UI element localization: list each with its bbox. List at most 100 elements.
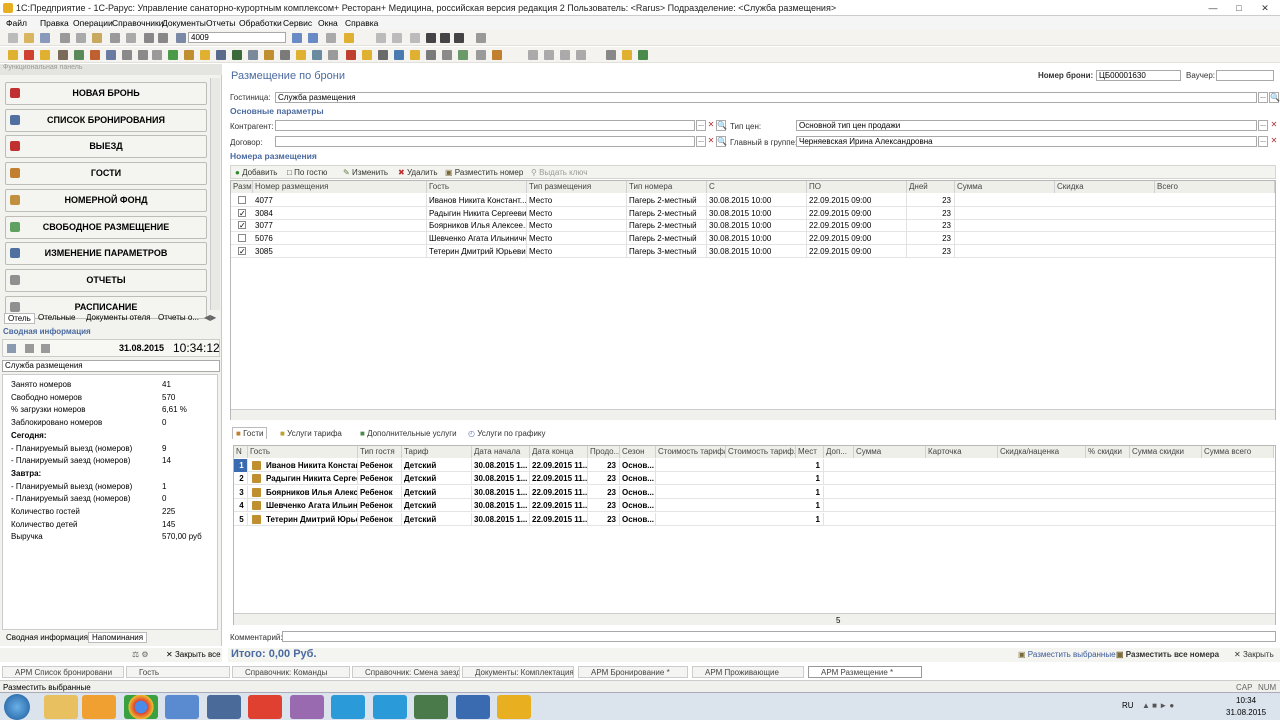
export-icon[interactable] <box>622 50 632 60</box>
contract-select-button[interactable]: ... <box>696 136 706 147</box>
guests-col-header[interactable]: Тариф <box>402 446 472 458</box>
table-icon[interactable] <box>312 50 322 60</box>
window-tab[interactable]: АРМ Размещение * <box>808 666 922 678</box>
close-window-button[interactable]: ✕ <box>1252 0 1278 16</box>
contractor-clear-icon[interactable]: ✕ <box>706 120 716 131</box>
language-indicator[interactable]: RU <box>1122 701 1134 710</box>
menu-edit[interactable]: Правка <box>40 18 69 28</box>
cut-icon[interactable] <box>60 33 70 43</box>
new-doc-icon[interactable] <box>8 33 18 43</box>
app-icon-5[interactable] <box>207 695 241 719</box>
list2-icon[interactable] <box>544 50 554 60</box>
close-form-button[interactable]: ✕ Закрыть <box>1234 650 1274 659</box>
tab-reports[interactable]: Отчеты о... <box>158 313 199 322</box>
explorer-icon[interactable] <box>44 695 78 719</box>
window-tab[interactable]: Документы: Комплектация ... <box>462 666 574 678</box>
grid2-icon[interactable] <box>476 50 486 60</box>
tab-hotels[interactable]: Отельные <box>38 313 75 322</box>
nav-button-4[interactable]: НОМЕРНОЙ ФОНД <box>5 188 207 212</box>
room-icon[interactable] <box>58 50 68 60</box>
preview-icon[interactable] <box>126 33 136 43</box>
booking-number-field[interactable]: ЦБ00001630 <box>1096 70 1181 81</box>
settings-small-icon[interactable] <box>25 344 34 353</box>
folder-icon[interactable] <box>296 50 306 60</box>
move-icon[interactable] <box>606 50 616 60</box>
close-all-button[interactable]: ✕ Закрыть все <box>166 650 221 659</box>
menu-operations[interactable]: Операции <box>73 18 113 28</box>
window-tab[interactable]: АРМ Проживающие <box>692 666 804 678</box>
rooms-col-header[interactable]: Гость <box>427 181 527 193</box>
tab-guests[interactable]: ■ Гости <box>232 427 268 439</box>
guests-col-header[interactable]: Карточка <box>926 446 998 458</box>
guests-col-header[interactable]: Сумма всего <box>1202 446 1274 458</box>
hotel-select-button[interactable]: ... <box>1258 92 1268 103</box>
tab-reminders[interactable]: Напоминания <box>88 632 148 643</box>
rooms-row[interactable]: 4077 Иванов Никита Констант... Место Пагерь… <box>231 194 1275 207</box>
help-icon[interactable] <box>344 33 354 43</box>
guests-col-header[interactable]: Тип гостя <box>358 446 402 458</box>
refresh-icon[interactable] <box>7 344 16 353</box>
price-type-field[interactable]: Основной тип цен продажи <box>796 120 1257 131</box>
redo-icon[interactable] <box>158 33 168 43</box>
filter-icon[interactable] <box>576 50 586 60</box>
place-room-button[interactable]: ▣ Разместить номер <box>445 168 523 177</box>
rooms-col-header[interactable]: Номер размещения <box>253 181 427 193</box>
menu-file[interactable]: Файл <box>6 18 27 28</box>
hotel-field[interactable]: Служба размещения <box>275 92 1257 103</box>
skype-icon[interactable] <box>331 695 365 719</box>
lock-icon[interactable] <box>328 50 338 60</box>
voucher-field[interactable] <box>1216 70 1274 81</box>
menu-service[interactable]: Сервис <box>283 18 312 28</box>
nav-button-1[interactable]: СПИСОК БРОНИРОВАНИЯ <box>5 108 207 132</box>
guests-row[interactable]: 5Тетерин Дмитрий ЮрьевичРебенокДетский30… <box>234 512 1275 526</box>
service-icon[interactable] <box>248 50 258 60</box>
hotel-search-icon[interactable]: 🔍 <box>1269 92 1280 103</box>
delete-button[interactable]: ✖ Удалить <box>398 168 437 177</box>
guest-icon[interactable] <box>40 50 50 60</box>
price-type-select-button[interactable]: ... <box>1258 120 1268 131</box>
tab-schedule-services[interactable]: ◴ Услуги по графику <box>468 429 546 438</box>
calendar-icon[interactable] <box>326 33 336 43</box>
price-type-clear-icon[interactable]: ✕ <box>1269 120 1279 131</box>
rooms-col-header[interactable]: Всего <box>1155 181 1275 193</box>
rooms-row[interactable]: ✓ 3085 Тетерин Дмитрий Юрьевич Место Пагерь … <box>231 244 1275 258</box>
grid-icon[interactable] <box>376 33 386 43</box>
minimize-button[interactable]: — <box>1200 0 1226 16</box>
tabs-scroll-icon[interactable]: ◀▶ <box>204 313 216 322</box>
contractor-field[interactable] <box>275 120 695 131</box>
comment-field[interactable] <box>282 631 1276 642</box>
media-player-icon[interactable] <box>82 695 116 719</box>
kiosk-icon[interactable] <box>232 50 242 60</box>
user-icon[interactable] <box>410 50 420 60</box>
menu-reports[interactable]: Отчеты <box>206 18 235 28</box>
tab-extra-services[interactable]: ■ Дополнительные услуги <box>360 429 457 438</box>
star-icon[interactable] <box>362 50 372 60</box>
contractor-search-icon[interactable]: 🔍 <box>716 120 727 131</box>
sync-icon[interactable] <box>442 50 452 60</box>
undo-icon[interactable] <box>144 33 154 43</box>
window-tab[interactable]: Гость <box>126 666 230 678</box>
rooms-col-header[interactable]: Скидка <box>1055 181 1155 193</box>
place-checkbox[interactable]: ✓ <box>238 221 246 230</box>
guests-col-header[interactable]: Стоимость тарифа <box>656 446 726 458</box>
chart-icon[interactable] <box>394 50 404 60</box>
place-checkbox[interactable]: ✓ <box>238 246 246 255</box>
tools-icon[interactable] <box>476 33 486 43</box>
rooms-col-header[interactable]: ПО <box>807 181 907 193</box>
guests-col-header[interactable]: Дата начала <box>472 446 530 458</box>
panel-icons[interactable]: ⚖ ⚙ <box>132 650 149 659</box>
guests-col-header[interactable]: Продо... <box>588 446 620 458</box>
guests-col-header[interactable]: Дата конца <box>530 446 588 458</box>
window-tab[interactable]: Справочник: Смена заезда <box>352 666 460 678</box>
menu-help[interactable]: Справка <box>345 18 378 28</box>
rooms-col-header[interactable]: Тип номера <box>627 181 707 193</box>
add-button[interactable]: ● Добавить <box>235 168 277 177</box>
guests-row[interactable]: 2Радыгин Никита Сергеев...РебенокДетский… <box>234 472 1275 486</box>
app-icon-7[interactable] <box>290 695 324 719</box>
search-icon[interactable] <box>176 33 186 43</box>
rooms-col-header[interactable]: С <box>707 181 807 193</box>
nav-button-5[interactable]: СВОБОДНОЕ РАЗМЕЩЕНИЕ <box>5 215 207 239</box>
place-checkbox[interactable] <box>238 196 246 204</box>
schedule-icon[interactable] <box>122 50 132 60</box>
ok-icon[interactable] <box>458 50 468 60</box>
